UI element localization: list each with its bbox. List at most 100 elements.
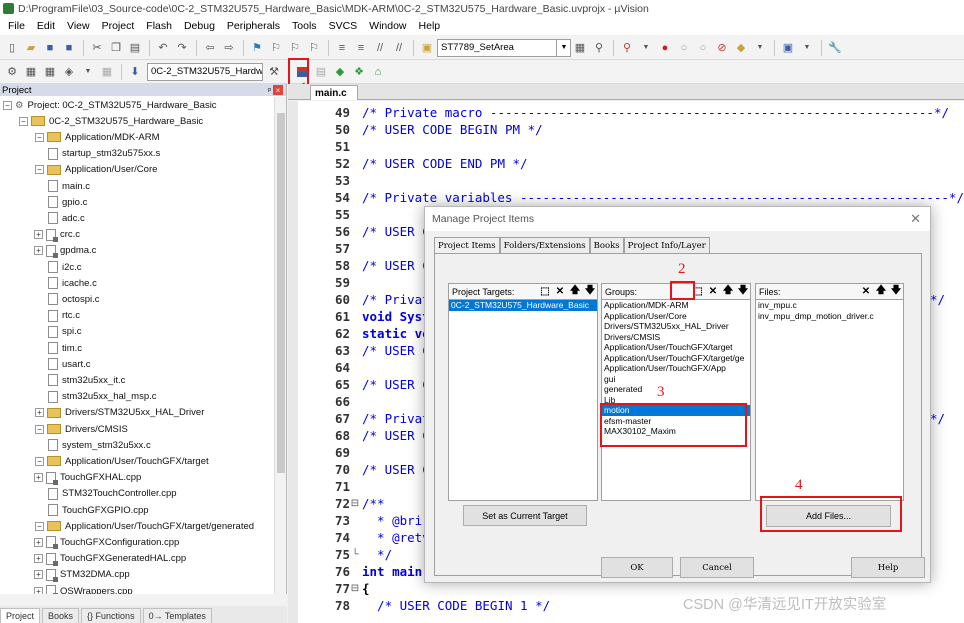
menu-item[interactable]: Peripherals xyxy=(221,20,286,32)
list-item[interactable]: Application/User/Core xyxy=(602,311,750,322)
tree-item[interactable]: STM32TouchController.cpp xyxy=(48,486,177,502)
save-icon[interactable]: ■ xyxy=(41,39,59,57)
tab-panel-3[interactable]: 0→ Templates xyxy=(142,608,212,623)
clear-bookmarks-icon[interactable]: ⚐ xyxy=(305,39,323,57)
list-item[interactable]: gui xyxy=(602,374,750,385)
expand-toggle-icon[interactable]: − xyxy=(3,100,12,110)
list-item[interactable]: generated xyxy=(602,384,750,395)
expand-toggle-icon[interactable]: + xyxy=(34,230,43,240)
tree-item[interactable]: − Application/User/TouchGFX/target/genera… xyxy=(35,518,254,534)
select-packs-icon[interactable]: ▤ xyxy=(312,63,330,81)
cut-icon[interactable]: ✂ xyxy=(88,39,106,57)
files-list[interactable]: inv_mpu.c inv_mpu_dmp_motion_driver.c xyxy=(755,300,904,501)
tree-item[interactable]: octospi.c xyxy=(48,291,100,307)
tree-item[interactable]: + Drivers/STM32U5xx_HAL_Driver xyxy=(35,405,204,421)
targets-list[interactable]: 0C-2_STM32U575_Hardware_Basic xyxy=(448,300,598,501)
list-item[interactable]: Application/MDK-ARM xyxy=(602,300,750,311)
move-up-icon[interactable]: 🡅 xyxy=(874,285,888,299)
nav-forward-icon[interactable]: ⇨ xyxy=(220,39,238,57)
tree-item[interactable]: gpio.c xyxy=(48,194,87,210)
uncomment-icon[interactable]: // xyxy=(390,39,408,57)
pack-installer-icon[interactable]: ◆ xyxy=(331,63,349,81)
move-up-icon[interactable]: 🡅 xyxy=(721,285,735,299)
disable-all-breakpoints-icon[interactable]: ○ xyxy=(694,39,712,57)
tree-item[interactable]: TouchGFXGPIO.cpp xyxy=(48,502,149,518)
tree-item[interactable]: − Application/User/TouchGFX/target xyxy=(35,453,209,469)
menu-item[interactable]: View xyxy=(61,20,96,32)
dialog-tab-1[interactable]: Folders/Extensions xyxy=(499,237,590,253)
tree-item[interactable]: − Application/MDK-ARM xyxy=(35,129,160,145)
undo-icon[interactable]: ↶ xyxy=(154,39,172,57)
build-icon[interactable]: ▦ xyxy=(22,63,40,81)
move-down-icon[interactable]: 🡇 xyxy=(583,285,597,299)
dialog-tab-0[interactable]: Project Items xyxy=(434,237,500,254)
tree-item[interactable]: icache.c xyxy=(48,275,97,291)
tree-item[interactable]: + TouchGFXConfiguration.cpp xyxy=(34,534,179,550)
tree-item[interactable]: tim.c xyxy=(48,340,82,356)
ok-button[interactable]: OK xyxy=(601,557,673,578)
tree-item[interactable]: rtc.c xyxy=(48,308,80,324)
tree-item[interactable]: − Application/User/Core xyxy=(35,162,157,178)
list-item[interactable]: Application/User/TouchGFX/target/ge xyxy=(602,353,750,364)
tree-item[interactable]: + gpdma.c xyxy=(34,243,96,259)
stop-build-icon[interactable]: ▦ xyxy=(98,63,116,81)
expand-toggle-icon[interactable]: − xyxy=(35,456,44,466)
expand-toggle-icon[interactable]: + xyxy=(34,554,43,564)
tree-item[interactable]: stm32u5xx_it.c xyxy=(48,372,125,388)
scroll-thumb[interactable] xyxy=(277,113,285,473)
paste-icon[interactable]: ▤ xyxy=(126,39,144,57)
list-item[interactable]: inv_mpu.c xyxy=(756,300,903,311)
tree-item[interactable]: + TouchGFXGeneratedHAL.cpp xyxy=(34,551,186,567)
project-tree-scrollbar[interactable] xyxy=(274,97,286,603)
move-down-icon[interactable]: 🡇 xyxy=(736,285,750,299)
comment-icon[interactable]: // xyxy=(371,39,389,57)
dropdown-arrow-icon[interactable]: ▼ xyxy=(79,63,97,81)
menu-item[interactable]: Project xyxy=(96,20,141,32)
tree-item[interactable]: + STM32DMA.cpp xyxy=(34,567,130,583)
list-item[interactable]: Drivers/STM32U5xx_HAL_Driver xyxy=(602,321,750,332)
list-item[interactable]: Application/User/TouchGFX/target xyxy=(602,342,750,353)
new-target-icon[interactable]: ⬚ xyxy=(538,285,552,299)
tree-item[interactable]: system_stm32u5xx.c xyxy=(48,437,151,453)
list-item[interactable]: inv_mpu_dmp_motion_driver.c xyxy=(756,311,903,322)
close-icon[interactable]: × xyxy=(273,85,283,95)
delete-file-icon[interactable]: ✕ xyxy=(859,285,873,299)
tab-main-c[interactable]: main.c xyxy=(310,85,358,100)
save-all-icon[interactable]: ■ xyxy=(60,39,78,57)
groups-list[interactable]: Application/MDK-ARM Application/User/Core… xyxy=(601,300,751,501)
expand-toggle-icon[interactable]: − xyxy=(19,116,28,126)
menu-item[interactable]: Flash xyxy=(140,20,178,32)
find-combo-dropdown[interactable]: ▼ xyxy=(557,38,571,57)
expand-toggle-icon[interactable]: − xyxy=(35,424,44,434)
redo-icon[interactable]: ↷ xyxy=(173,39,191,57)
nav-back-icon[interactable]: ⇦ xyxy=(201,39,219,57)
dialog-tab-2[interactable]: Books xyxy=(589,237,624,253)
open-folder-icon[interactable]: ▰ xyxy=(22,39,40,57)
tree-item[interactable]: − Drivers/CMSIS xyxy=(35,421,128,437)
fold-marker[interactable]: ⊟ xyxy=(350,498,360,509)
manage-rte-icon[interactable]: ❖ xyxy=(350,63,368,81)
runtime-env-icon[interactable]: ⌂ xyxy=(369,63,387,81)
help-button[interactable]: Help xyxy=(851,557,925,578)
expand-toggle-icon[interactable]: + xyxy=(34,473,43,483)
breakpoint-icon[interactable]: ● xyxy=(656,39,674,57)
tree-item[interactable]: startup_stm32u575xx.s xyxy=(48,146,160,162)
find-combo[interactable]: ST7789_SetArea xyxy=(437,38,557,57)
menu-item[interactable]: Debug xyxy=(178,20,221,32)
unindent-icon[interactable]: ≡ xyxy=(352,39,370,57)
find-in-files-icon[interactable]: ▣ xyxy=(418,39,436,57)
delete-group-icon[interactable]: ✕ xyxy=(706,285,720,299)
tree-item[interactable]: − 0C-2_STM32U575_Hardware_Basic xyxy=(19,113,203,129)
copy-icon[interactable]: ❐ xyxy=(107,39,125,57)
disable-breakpoint-icon[interactable]: ○ xyxy=(675,39,693,57)
menu-item[interactable]: Edit xyxy=(31,20,61,32)
dropdown-arrow-icon[interactable]: ▼ xyxy=(637,39,655,57)
close-icon[interactable]: ✕ xyxy=(910,211,921,227)
tree-item[interactable]: usart.c xyxy=(48,356,91,372)
tab-panel-2[interactable]: {} Functions xyxy=(81,608,141,623)
tree-item[interactable]: + TouchGFXHAL.cpp xyxy=(34,470,141,486)
download-icon[interactable]: ⬇ xyxy=(126,63,144,81)
dropdown-arrow-icon[interactable]: ▼ xyxy=(751,39,769,57)
delete-target-icon[interactable]: ✕ xyxy=(553,285,567,299)
tab-panel-0[interactable]: Project xyxy=(0,608,41,623)
